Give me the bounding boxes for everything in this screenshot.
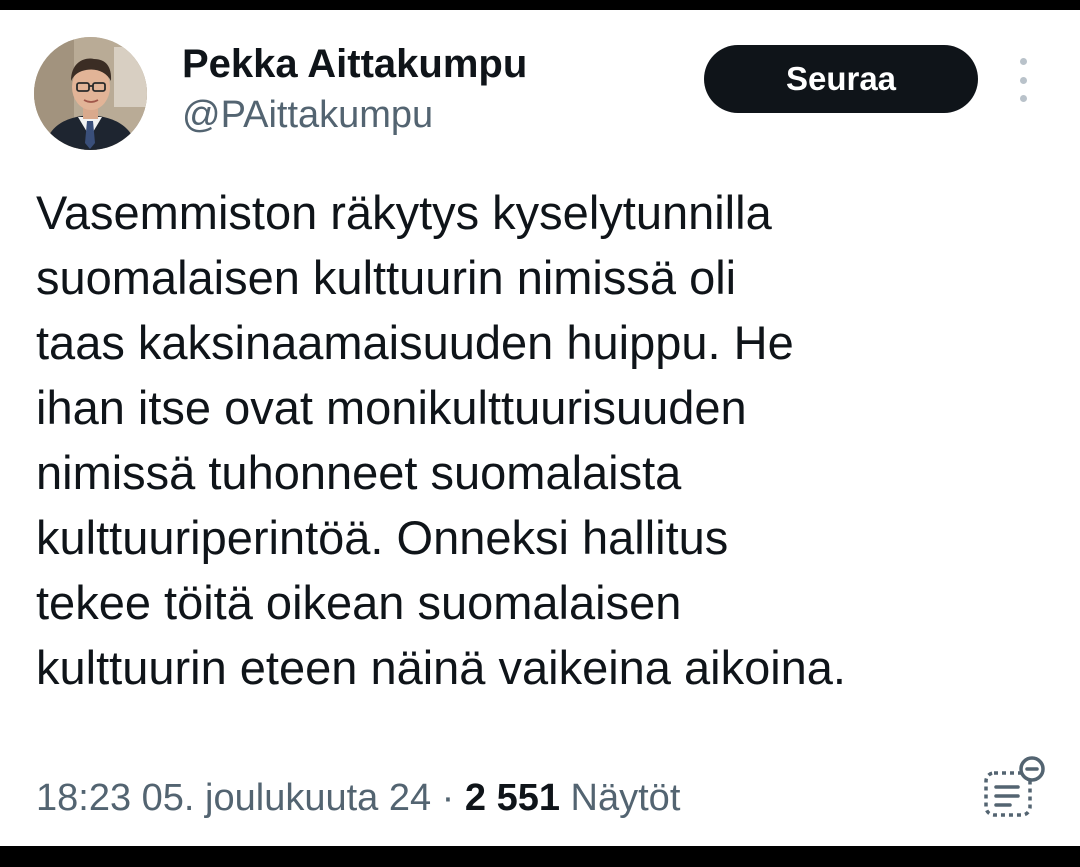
profile-photo-icon	[34, 37, 147, 150]
tweet-meta: 18:23 05. joulukuuta 24 · 2 551 Näytöt	[36, 775, 680, 821]
tweet-date[interactable]: 05. joulukuuta 24	[142, 777, 431, 819]
follow-button[interactable]: Seuraa	[704, 45, 978, 113]
views-label: Näytöt	[570, 777, 681, 819]
tweet-text-line: Vasemmiston räkytys kyselytunnilla	[36, 186, 772, 239]
tweet-card: Pekka Aittakumpu @PAittakumpu Seuraa Vas…	[0, 10, 1080, 846]
ellipsis-dot	[1019, 95, 1027, 102]
post-analytics-icon[interactable]	[978, 753, 1048, 823]
meta-separator: ·	[441, 777, 455, 819]
ellipsis-dot	[1019, 76, 1027, 84]
tweet-text-line: nimissä tuhonneet suomalaista	[36, 446, 682, 499]
tweet-text-line: kulttuurin eteen näinä vaikeina aikoina.	[36, 641, 846, 694]
avatar[interactable]	[34, 37, 147, 150]
author-handle[interactable]: @PAittakumpu	[182, 92, 433, 138]
views-count: 2 551	[464, 777, 560, 819]
vertical-ellipsis-icon[interactable]	[1008, 58, 1038, 102]
tweet-text: Vasemmiston räkytys kyselytunnilla suoma…	[36, 180, 1046, 700]
tweet-text-line: taas kaksinaamaisuuden huippu. He	[36, 316, 794, 369]
tweet-time[interactable]: 18:23	[36, 777, 131, 819]
author-display-name[interactable]: Pekka Aittakumpu	[182, 40, 527, 88]
tweet-text-line: suomalaisen kulttuurin nimissä oli	[36, 251, 737, 304]
tweet-text-line: kulttuuriperintöä. Onneksi hallitus	[36, 511, 729, 564]
tweet-text-line: ihan itse ovat monikulttuurisuuden	[36, 381, 747, 434]
tweet-text-line: tekee töitä oikean suomalaisen	[36, 576, 682, 629]
ellipsis-dot	[1019, 58, 1027, 65]
analytics-icon-graphic	[984, 756, 1045, 817]
